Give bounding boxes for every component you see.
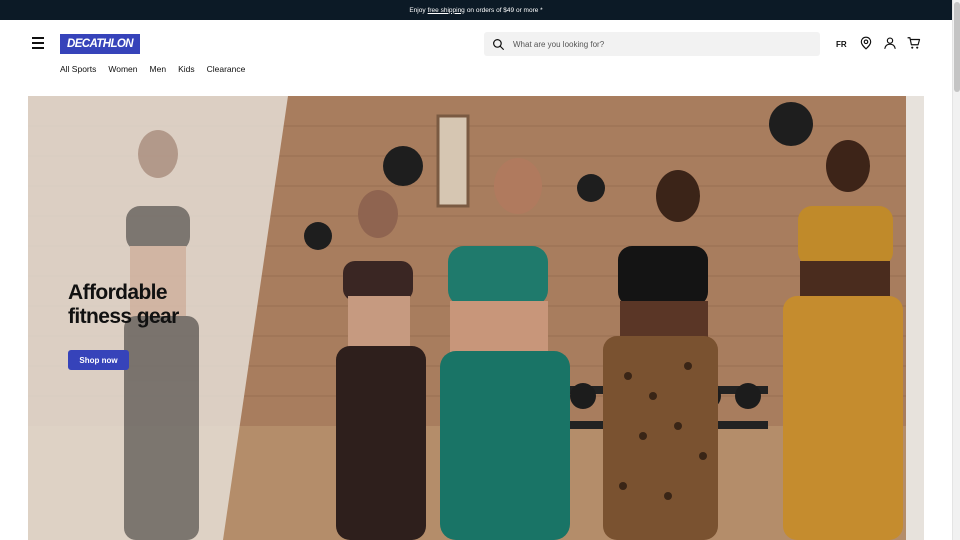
promo-prefix: Enjoy [409,6,426,14]
decathlon-logo[interactable]: DECATHLON [60,34,140,54]
language-switch[interactable]: FR [836,40,847,49]
hero-title: Affordable fitness gear [68,281,179,328]
shop-now-button[interactable]: Shop now [68,350,129,370]
nav-item-clearance[interactable]: Clearance [207,64,246,74]
page-scrollbar[interactable] [952,0,960,540]
search-bar[interactable] [484,32,820,56]
nav-item-kids[interactable]: Kids [178,64,195,74]
search-input[interactable] [513,39,803,49]
location-pin-icon[interactable] [859,36,873,50]
logo-text: DECATHLON [67,38,134,50]
nav-item-men[interactable]: Men [150,64,167,74]
account-icon[interactable] [883,36,897,50]
hero-banner[interactable]: Affordable fitness gear Shop now [28,96,924,540]
nav-item-women[interactable]: Women [108,64,137,74]
promo-banner: Enjoy free shipping on orders of $49 or … [0,0,952,20]
category-nav: All Sports Women Men Kids Clearance [60,64,245,74]
scrollbar-thumb[interactable] [954,2,960,92]
menu-icon[interactable] [29,34,47,52]
free-shipping-link[interactable]: free shipping [428,7,465,14]
search-icon[interactable] [492,38,505,51]
nav-item-all-sports[interactable]: All Sports [60,64,96,74]
site-header: DECATHLON FR [0,20,952,68]
cart-icon[interactable] [907,36,921,50]
promo-suffix: on orders of $49 or more * [466,6,543,14]
